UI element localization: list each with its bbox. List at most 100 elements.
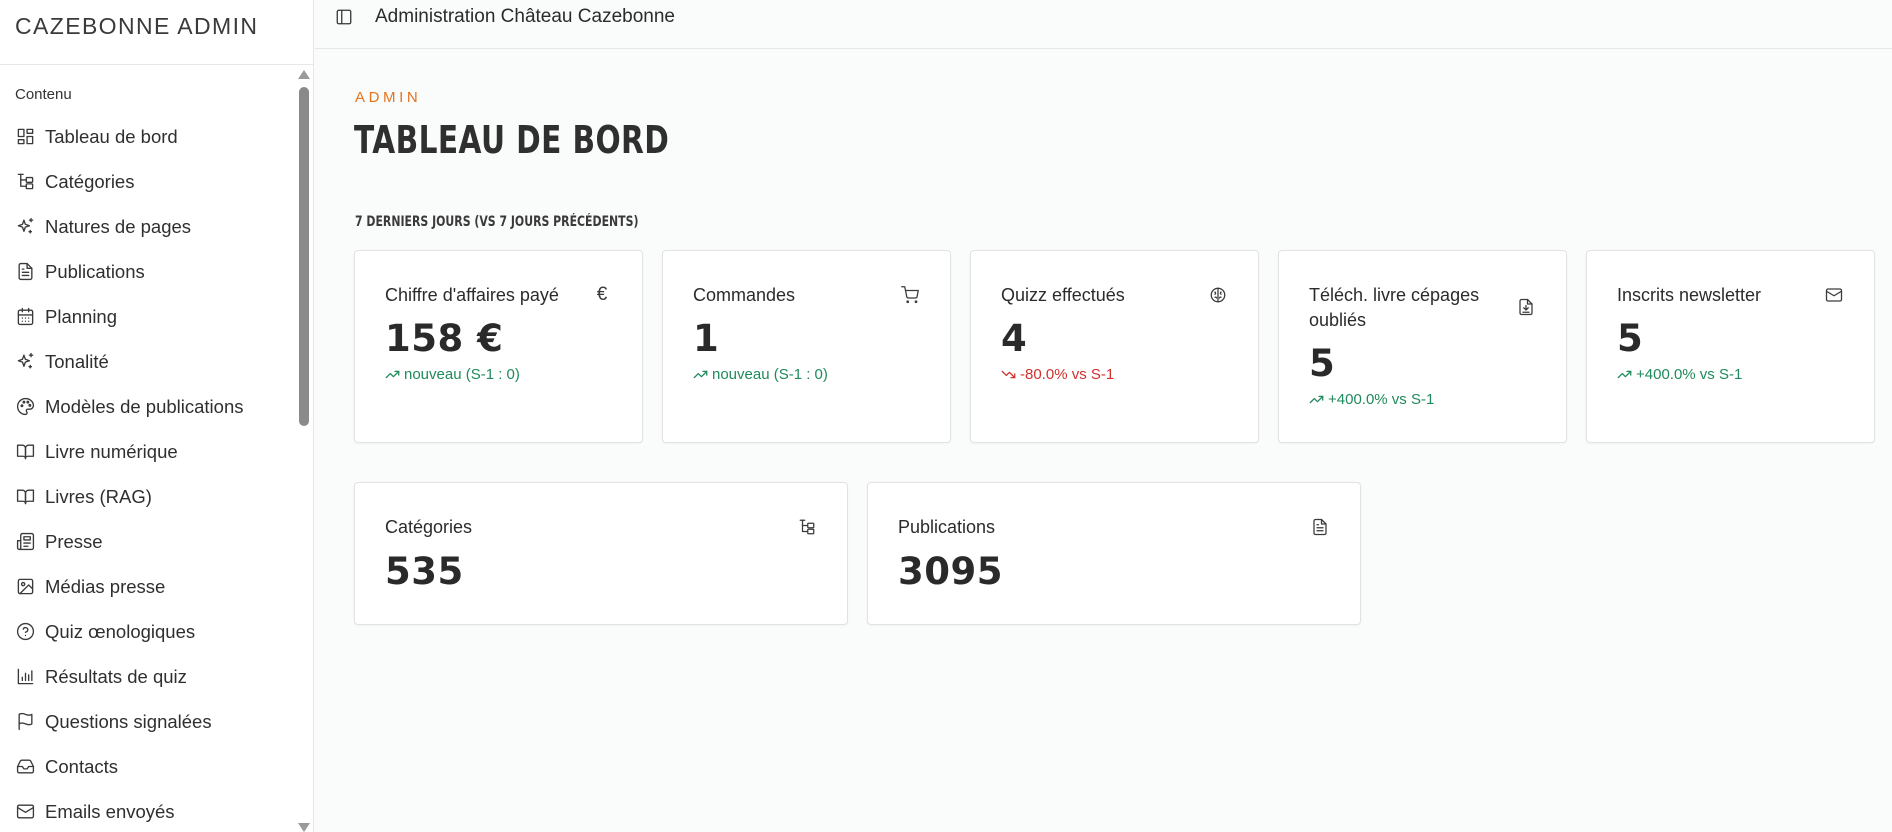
sidebar-item-label: Médias presse (45, 575, 166, 597)
stat-card-value: 4 (1001, 317, 1028, 360)
total-card-categories: Catégories 535 (354, 482, 848, 625)
stat-card-value: 5 (1617, 317, 1644, 360)
brand-logo-text[interactable]: CAZEBONNE ADMIN (0, 0, 313, 65)
trending-up-icon (693, 370, 708, 379)
sidebar-item-label: Livres (RAG) (45, 485, 152, 507)
trending-up-icon (1617, 370, 1632, 379)
total-card-title: Catégories (385, 517, 473, 537)
image-icon (15, 577, 35, 597)
sidebar-toggle-button[interactable] (334, 7, 354, 27)
sidebar-item-planning[interactable]: Planning (0, 294, 300, 339)
document-icon (1310, 517, 1330, 537)
sidebar-item-label: Catégories (45, 170, 135, 192)
stat-card-revenue: Chiffre d'affaires payé € 158 € nouveau … (354, 250, 643, 443)
total-card-value: 535 (385, 550, 464, 593)
download-file-icon (1516, 297, 1536, 317)
sidebar-item-categories[interactable]: Catégories (0, 159, 300, 204)
section-label: 7 DERNIERS JOURS (VS 7 JOURS PRÉCÉDENTS) (355, 214, 639, 230)
sidebar-item-tonalite[interactable]: Tonalité (0, 339, 300, 384)
stat-card-delta-text: +400.0% vs S-1 (1636, 366, 1743, 383)
stat-card-value: 1 (693, 317, 720, 360)
topbar-title: Administration Château Cazebonne (375, 6, 675, 27)
sparkles-icon (15, 217, 35, 237)
bar-chart-icon (15, 667, 35, 687)
sidebar-item-emails-envoyes[interactable]: Emails envoyés (0, 789, 300, 832)
sidebar-item-label: Livre numérique (45, 440, 178, 462)
stat-card-orders: Commandes 1 nouveau (S-1 : 0) (662, 250, 951, 443)
stat-card-downloads: Téléch. livre cépages oubliés 5 +400.0% … (1278, 250, 1567, 443)
sidebar-item-livre-numerique[interactable]: Livre numérique (0, 429, 300, 474)
sidebar-scrollbar[interactable] (298, 70, 310, 832)
sidebar-item-label: Planning (45, 305, 118, 327)
sidebar-item-label: Questions signalées (45, 710, 212, 732)
sidebar-item-livres-rag[interactable]: Livres (RAG) (0, 474, 300, 519)
trending-down-icon (1001, 370, 1016, 379)
stat-card-delta-text: +400.0% vs S-1 (1328, 391, 1435, 408)
stat-card-title: Inscrits newsletter (1617, 285, 1762, 305)
page-eyebrow: ADMIN (355, 89, 422, 106)
trending-up-icon (385, 370, 400, 379)
scrollbar-thumb[interactable] (299, 87, 309, 426)
tree-icon (797, 517, 817, 537)
sidebar-item-resultats-de-quiz[interactable]: Résultats de quiz (0, 654, 300, 699)
stat-card-delta: +400.0% vs S-1 (1309, 391, 1434, 408)
euro-icon: € (596, 284, 608, 305)
stat-card-delta: -80.0% vs S-1 (1001, 366, 1114, 383)
mail-icon (1824, 285, 1844, 305)
sidebar-item-contacts[interactable]: Contacts (0, 744, 300, 789)
trending-up-icon (1309, 395, 1324, 404)
flag-icon (15, 712, 35, 732)
sidebar-item-label: Tonalité (45, 350, 109, 372)
sidebar: CAZEBONNE ADMIN Contenu Tableau de bord … (0, 0, 314, 832)
stat-card-newsletter: Inscrits newsletter 5 +400.0% vs S-1 (1586, 250, 1875, 443)
sidebar-item-label: Presse (45, 530, 103, 552)
palette-icon (15, 397, 35, 417)
sidebar-item-modeles-de-publications[interactable]: Modèles de publications (0, 384, 300, 429)
stat-card-quiz: Quizz effectués 4 -80.0% vs S-1 (970, 250, 1259, 443)
stat-card-delta: nouveau (S-1 : 0) (693, 366, 828, 383)
stat-card-delta-text: nouveau (S-1 : 0) (404, 366, 520, 383)
stat-card-delta: +400.0% vs S-1 (1617, 366, 1742, 383)
stat-card-title: Téléch. livre cépages oubliés (1309, 285, 1480, 330)
panel-left-icon (336, 9, 352, 25)
stat-card-title: Chiffre d'affaires payé (385, 285, 559, 305)
sidebar-item-natures-de-pages[interactable]: Natures de pages (0, 204, 300, 249)
stat-card-delta-text: -80.0% vs S-1 (1020, 366, 1115, 383)
scroll-down-arrow-icon[interactable] (298, 823, 310, 832)
sidebar-item-label: Publications (45, 260, 145, 282)
scroll-up-arrow-icon[interactable] (298, 70, 310, 79)
page-title: TABLEAU DE BORD (354, 118, 670, 162)
stat-card-title: Commandes (693, 285, 796, 305)
sidebar-item-quiz-oenologiques[interactable]: Quiz œnologiques (0, 609, 300, 654)
newspaper-icon (15, 532, 35, 552)
sidebar-item-label: Emails envoyés (45, 800, 175, 822)
book-open-icon (15, 442, 35, 462)
sidebar-item-label: Quiz œnologiques (45, 620, 196, 642)
stat-card-title: Quizz effectués (1001, 285, 1125, 305)
sidebar-item-medias-presse[interactable]: Médias presse (0, 564, 300, 609)
help-circle-icon (15, 622, 35, 642)
calendar-icon (15, 307, 35, 327)
sidebar-item-questions-signalees[interactable]: Questions signalées (0, 699, 300, 744)
total-card-publications: Publications 3095 (867, 482, 1361, 625)
total-card-title: Publications (898, 517, 996, 537)
stat-card-delta-text: nouveau (S-1 : 0) (712, 366, 828, 383)
dashboard-icon (15, 127, 35, 147)
sidebar-item-tableau-de-bord[interactable]: Tableau de bord (0, 114, 300, 159)
sidebar-item-publications[interactable]: Publications (0, 249, 300, 294)
sidebar-item-presse[interactable]: Presse (0, 519, 300, 564)
nav-section-label: Contenu (15, 86, 72, 103)
mail-icon (15, 802, 35, 822)
book-open-icon (15, 487, 35, 507)
stat-card-value: 158 € (385, 317, 504, 360)
cart-icon (900, 285, 920, 305)
stat-card-delta: nouveau (S-1 : 0) (385, 366, 520, 383)
sparkles-icon (15, 352, 35, 372)
document-icon (15, 262, 35, 282)
brain-icon (1208, 285, 1228, 305)
sidebar-item-label: Natures de pages (45, 215, 192, 237)
inbox-icon (15, 757, 35, 777)
sidebar-item-label: Contacts (45, 755, 119, 777)
sidebar-item-label: Modèles de publications (45, 395, 244, 417)
total-card-value: 3095 (898, 550, 1003, 593)
